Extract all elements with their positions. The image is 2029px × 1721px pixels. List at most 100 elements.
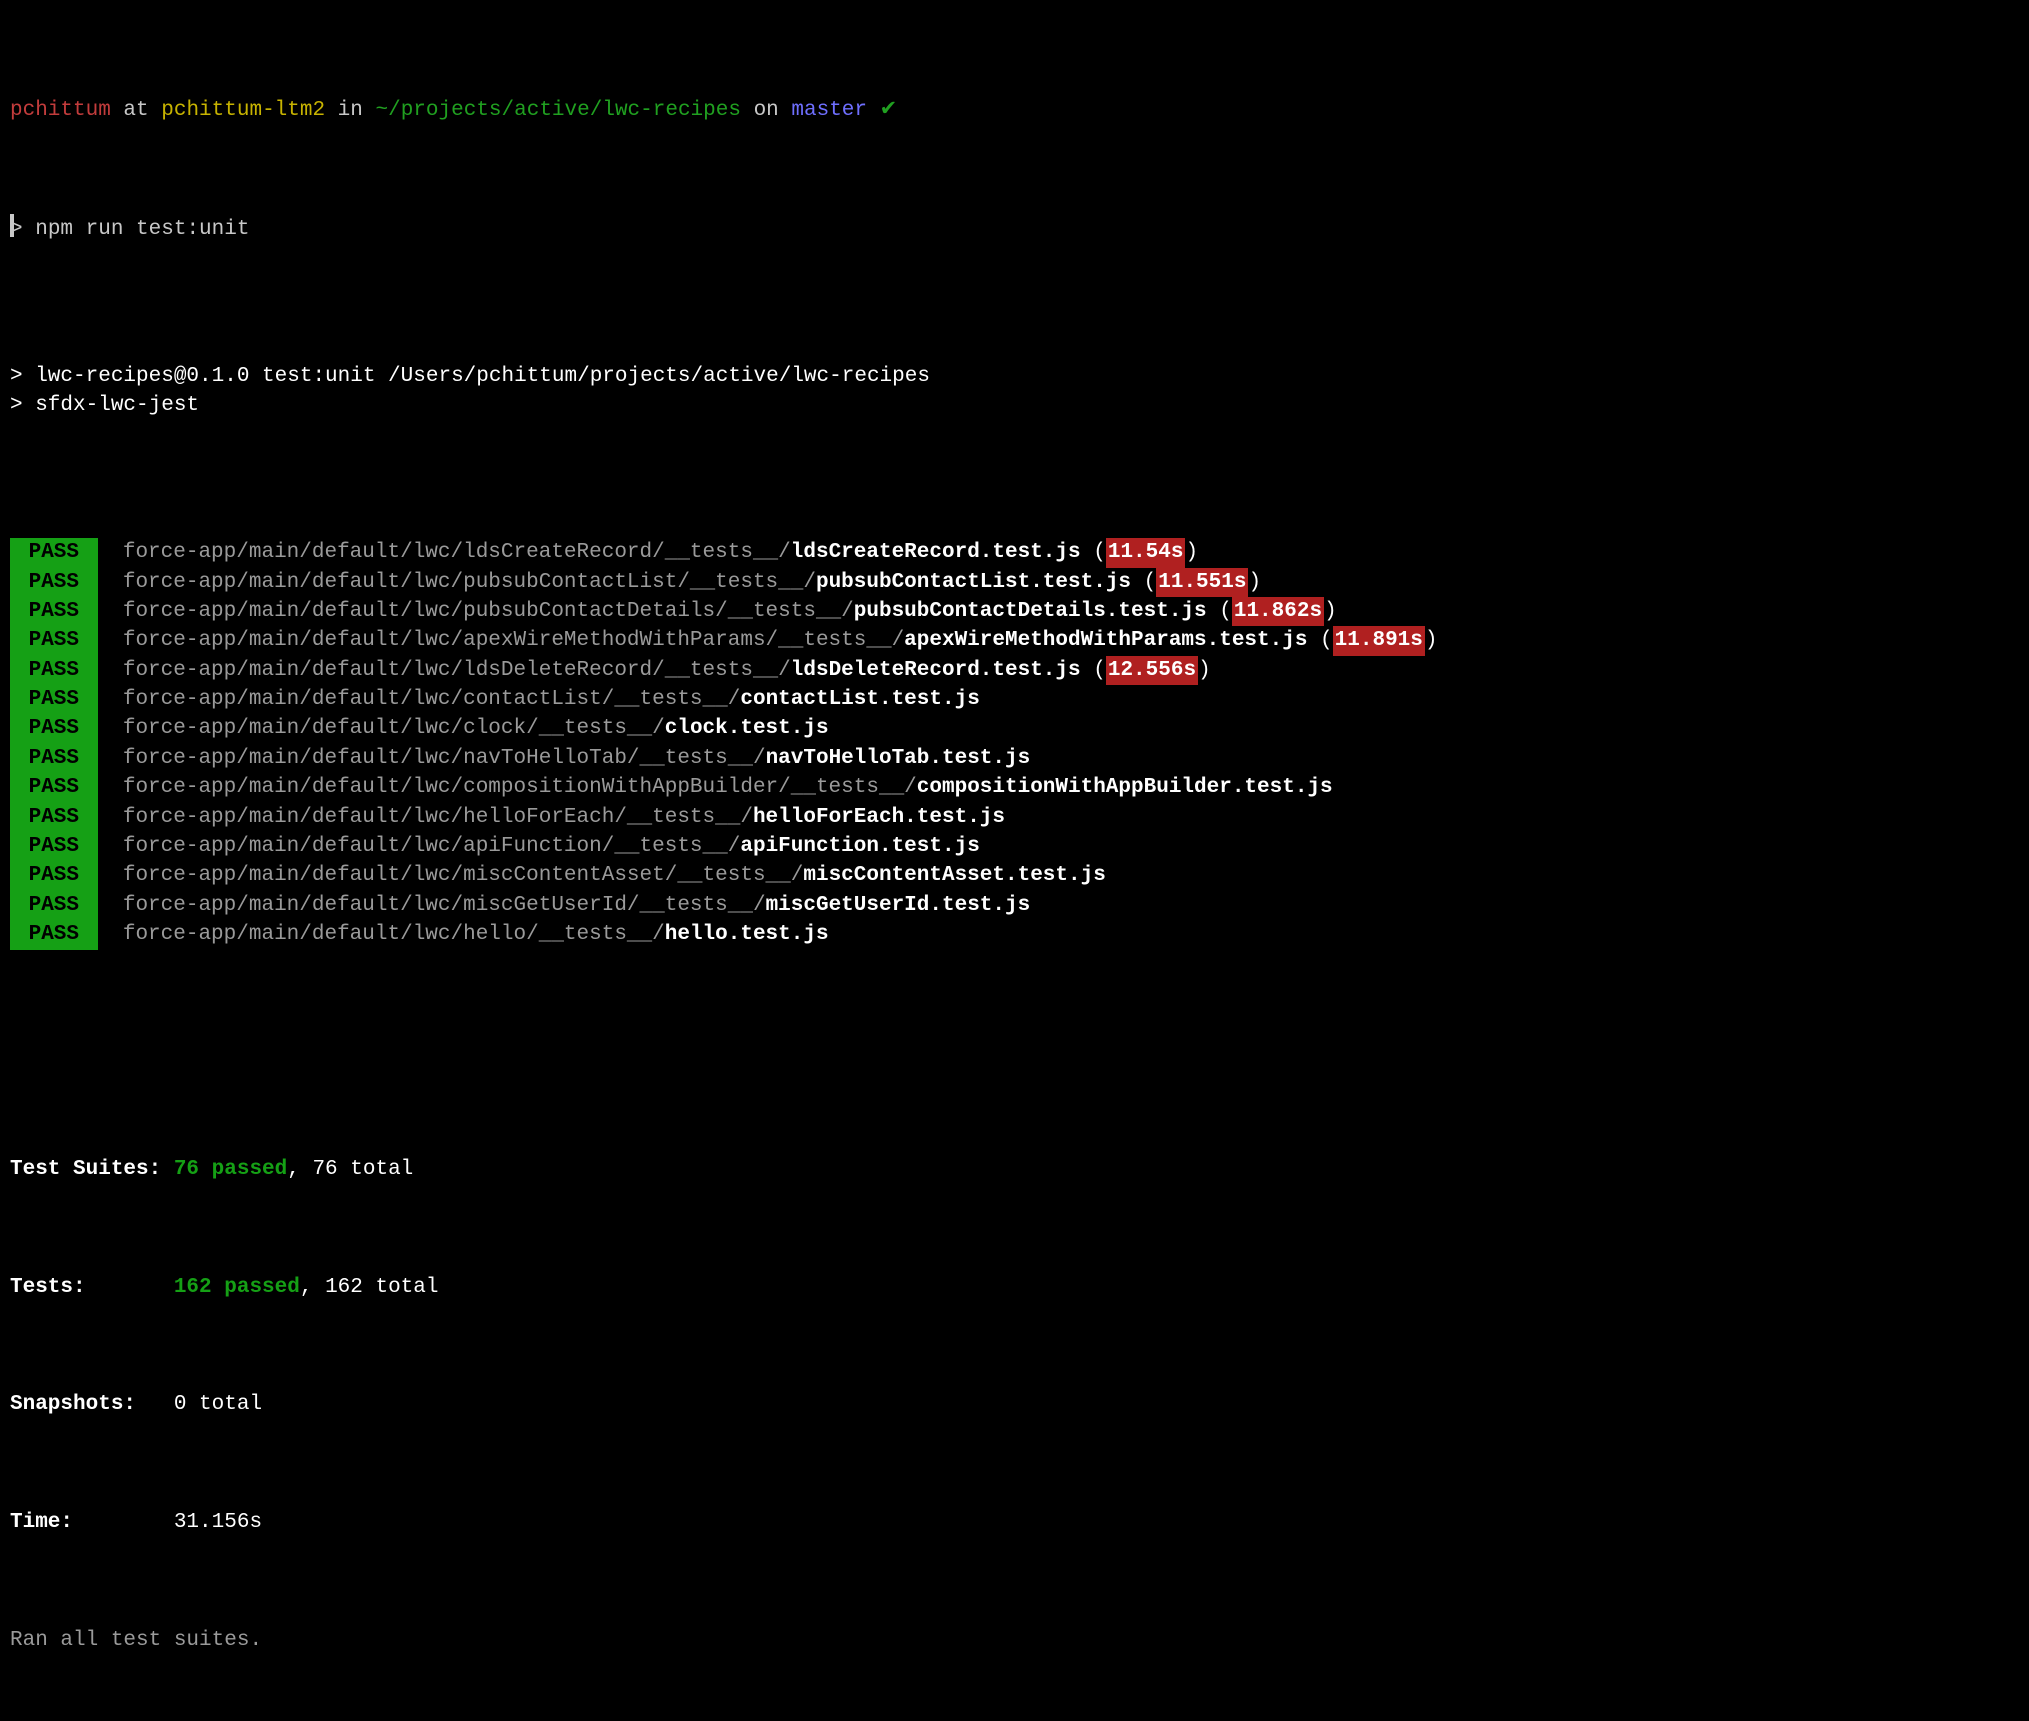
paren-close: ) [1324,600,1337,623]
paren-open: ( [1081,541,1106,564]
summary-suites-total: , 76 total [287,1158,413,1181]
prompt-path: ~/projects/active/lwc-recipes [376,99,741,122]
test-filename: apexWireMethodWithParams.test.js [904,629,1307,652]
summary-time-label: Time: [10,1511,174,1534]
paren-open: ( [1307,629,1332,652]
prompt-in: in [325,99,375,122]
pass-badge: PASS [10,920,98,949]
summary-snapshots: Snapshots: 0 total [10,1390,2019,1419]
test-result-row: PASS force-app/main/default/lwc/apiFunct… [10,832,2019,861]
pass-badge: PASS [10,568,98,597]
test-filename: compositionWithAppBuilder.test.js [917,776,1333,799]
test-result-row: PASS force-app/main/default/lwc/pubsubCo… [10,597,2019,626]
test-path: force-app/main/default/lwc/apexWireMetho… [123,629,904,652]
test-filename: miscContentAsset.test.js [803,864,1105,887]
pass-badge: PASS [10,861,98,890]
summary-suites: Test Suites: 76 passed, 76 total [10,1155,2019,1184]
test-filename: pubsubContactList.test.js [816,571,1131,594]
test-filename: clock.test.js [665,717,829,740]
summary-tests-label: Tests: [10,1276,174,1299]
summary-tests-total: , 162 total [300,1276,439,1299]
test-path: force-app/main/default/lwc/helloForEach/… [123,806,753,829]
pass-badge: PASS [10,891,98,920]
test-path: force-app/main/default/lwc/navToHelloTab… [123,747,766,770]
pass-badge: PASS [10,714,98,743]
test-duration-badge: 11.551s [1156,568,1248,597]
test-result-row: PASS force-app/main/default/lwc/navToHel… [10,744,2019,773]
script-output-line [10,421,2019,450]
prompt-line-1: pchittum at pchittum-ltm2 in ~/projects/… [10,96,2019,125]
pass-badge: PASS [10,685,98,714]
summary-suites-label: Test Suites: [10,1158,174,1181]
test-path: force-app/main/default/lwc/clock/__tests… [123,717,665,740]
test-result-row: PASS force-app/main/default/lwc/ldsDelet… [10,656,2019,685]
prompt-host: pchittum-ltm2 [161,99,325,122]
pass-badge: PASS [10,597,98,626]
test-result-row: PASS force-app/main/default/lwc/clock/__… [10,714,2019,743]
test-filename: helloForEach.test.js [753,806,1005,829]
blank-line [10,1038,2019,1067]
test-result-row: PASS force-app/main/default/lwc/composit… [10,773,2019,802]
paren-open: ( [1131,571,1156,594]
test-duration-badge: 12.556s [1106,656,1198,685]
script-output-line: > sfdx-lwc-jest [10,391,2019,420]
paren-close: ) [1425,629,1438,652]
summary-tests-passed: 162 passed [174,1276,300,1299]
prompt-on: on [741,99,791,122]
paren-open: ( [1207,600,1232,623]
test-duration-badge: 11.891s [1333,626,1425,655]
summary-ran: Ran all test suites. [10,1626,2019,1655]
test-result-row: PASS force-app/main/default/lwc/ldsCreat… [10,538,2019,567]
script-output-line: > lwc-recipes@0.1.0 test:unit /Users/pch… [10,362,2019,391]
test-duration-badge: 11.54s [1106,538,1186,567]
terminal[interactable]: pchittum at pchittum-ltm2 in ~/projects/… [0,0,2029,1721]
test-path: force-app/main/default/lwc/pubsubContact… [123,600,854,623]
test-path: force-app/main/default/lwc/hello/__tests… [123,923,665,946]
test-filename: ldsCreateRecord.test.js [791,541,1081,564]
prompt-ps1: > [10,218,35,241]
summary-snapshots-label: Snapshots: [10,1393,174,1416]
pass-badge: PASS [10,803,98,832]
test-result-row: PASS force-app/main/default/lwc/apexWire… [10,626,2019,655]
test-result-row: PASS force-app/main/default/lwc/helloFor… [10,803,2019,832]
summary-tests: Tests: 162 passed, 162 total [10,1273,2019,1302]
test-filename: apiFunction.test.js [740,835,979,858]
summary-time-value: 31.156s [174,1511,262,1534]
npm-script-output: > lwc-recipes@0.1.0 test:unit /Users/pch… [10,332,2019,450]
test-result-row: PASS force-app/main/default/lwc/pubsubCo… [10,568,2019,597]
test-filename: ldsDeleteRecord.test.js [791,659,1081,682]
pass-badge: PASS [10,656,98,685]
summary-snapshots-value: 0 total [174,1393,262,1416]
test-result-row: PASS force-app/main/default/lwc/contactL… [10,685,2019,714]
test-duration-badge: 11.862s [1232,597,1324,626]
paren-open: ( [1081,659,1106,682]
pass-badge: PASS [10,832,98,861]
prompt-status-icon: ✔ [867,99,897,122]
test-path: force-app/main/default/lwc/miscGetUserId… [123,894,766,917]
paren-close: ) [1248,571,1261,594]
paren-close: ) [1198,659,1211,682]
pass-badge: PASS [10,744,98,773]
test-path: force-app/main/default/lwc/apiFunction/_… [123,835,741,858]
test-filename: contactList.test.js [740,688,979,711]
prompt-at: at [111,99,161,122]
script-output-line [10,332,2019,361]
test-result-row: PASS force-app/main/default/lwc/hello/__… [10,920,2019,949]
prompt-user: pchittum [10,99,111,122]
summary-time: Time: 31.156s [10,1508,2019,1537]
test-path: force-app/main/default/lwc/miscContentAs… [123,864,804,887]
test-filename: hello.test.js [665,923,829,946]
test-filename: miscGetUserId.test.js [766,894,1031,917]
test-filename: navToHelloTab.test.js [766,747,1031,770]
summary-suites-passed: 76 passed [174,1158,287,1181]
test-path: force-app/main/default/lwc/contactList/_… [123,688,741,711]
paren-close: ) [1185,541,1198,564]
test-filename: pubsubContactDetails.test.js [854,600,1207,623]
test-path: force-app/main/default/lwc/pubsubContact… [123,571,816,594]
jest-results: PASS force-app/main/default/lwc/ldsCreat… [10,538,2019,949]
entered-command: npm run test:unit [35,218,249,241]
test-path: force-app/main/default/lwc/compositionWi… [123,776,917,799]
test-result-row: PASS force-app/main/default/lwc/miscCont… [10,861,2019,890]
test-result-row: PASS force-app/main/default/lwc/miscGetU… [10,891,2019,920]
prompt-branch: master [791,99,867,122]
